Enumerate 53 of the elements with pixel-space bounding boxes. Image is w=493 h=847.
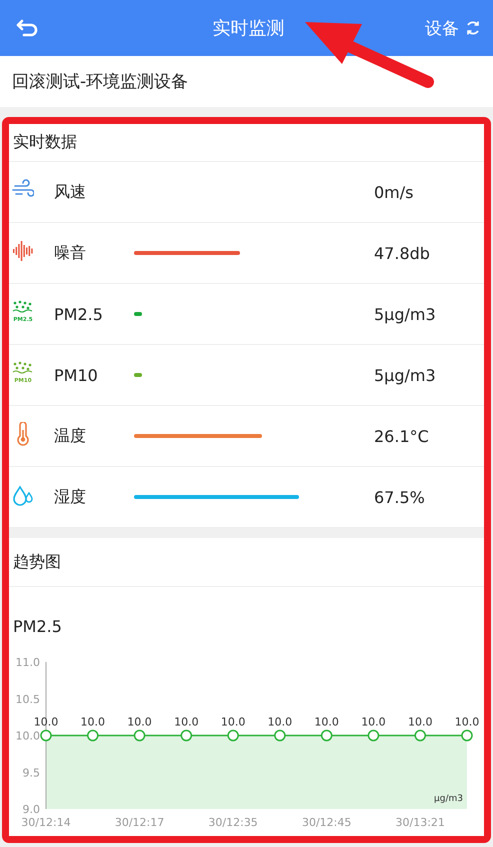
metric-value: 5μg/m3 bbox=[374, 304, 437, 324]
metric-value: 26.1°C bbox=[374, 426, 430, 446]
device-button[interactable]: 设备 bbox=[425, 16, 481, 40]
axis-label: 9.5 bbox=[22, 766, 40, 780]
axis-label: 11.0 bbox=[16, 656, 40, 669]
data-label: 10.0 bbox=[174, 716, 199, 728]
page-title: 实时监测 bbox=[212, 17, 284, 40]
data-label: 10.0 bbox=[361, 716, 386, 728]
unit-label: μg/m3 bbox=[434, 794, 463, 804]
metric-value: 5μg/m3 bbox=[374, 366, 437, 384]
data-point bbox=[87, 730, 99, 742]
axis-label: 10.5 bbox=[16, 692, 40, 706]
data-label: 10.0 bbox=[220, 716, 246, 728]
data-point bbox=[461, 730, 473, 742]
axis-label: 30/13:21 bbox=[396, 816, 445, 829]
refresh-icon bbox=[465, 20, 481, 36]
data-label: 10.0 bbox=[314, 716, 339, 728]
axis-label: 10.0 bbox=[16, 730, 40, 742]
data-label: 10.0 bbox=[408, 716, 432, 728]
metric-name: 风速 bbox=[54, 182, 87, 202]
data-point bbox=[274, 730, 286, 742]
axis-label: 30/12:14 bbox=[21, 816, 71, 829]
data-label: 10.0 bbox=[127, 716, 152, 728]
data-point bbox=[368, 730, 380, 742]
data-point bbox=[134, 730, 146, 742]
metric-name: 温度 bbox=[54, 426, 87, 446]
data-point bbox=[227, 730, 239, 742]
axis-label: 30/12:17 bbox=[114, 816, 164, 829]
back-button[interactable] bbox=[16, 18, 40, 38]
axis-label: 9.0 bbox=[22, 803, 40, 816]
level-bar bbox=[134, 373, 142, 377]
metric-name: 噪音 bbox=[54, 242, 87, 264]
data-point bbox=[40, 730, 52, 742]
level-bar bbox=[134, 312, 142, 316]
device-name: 回滚测试-环境监测设备 bbox=[12, 71, 188, 93]
data-label: 10.0 bbox=[268, 716, 292, 728]
metric-value: 0m/s bbox=[374, 182, 414, 202]
data-label: 10.0 bbox=[34, 716, 58, 728]
metric-name: 湿度 bbox=[54, 486, 87, 508]
section-title: 实时数据 bbox=[13, 132, 77, 153]
data-label: 10.0 bbox=[454, 716, 480, 728]
metric-name: PM2.5 bbox=[54, 304, 104, 324]
data-point bbox=[180, 730, 192, 742]
metric-value: 67.5% bbox=[374, 488, 426, 506]
metric-name: PM10 bbox=[54, 366, 99, 384]
metric-value: 47.8db bbox=[374, 244, 431, 262]
section-title: 趋势图 bbox=[13, 552, 61, 572]
data-point bbox=[320, 730, 332, 742]
axis-label: 30/12:45 bbox=[302, 816, 352, 829]
axis-label: 30/12:35 bbox=[208, 816, 258, 829]
chart-title: PM2.5 bbox=[13, 617, 62, 636]
data-point bbox=[414, 730, 426, 742]
data-label: 10.0 bbox=[80, 716, 106, 728]
